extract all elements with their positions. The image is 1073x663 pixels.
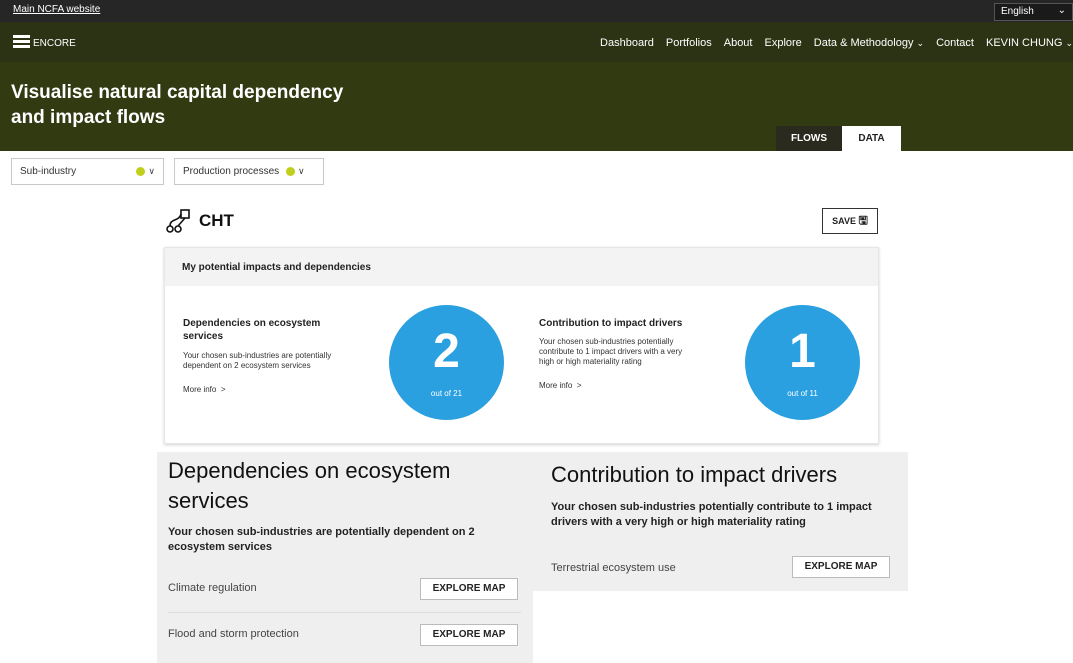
dependencies-out-of: out of 21 [430,389,463,398]
chevron-down-icon: ⌄ [1065,38,1073,48]
portfolio-header: CHT [165,208,234,234]
impacts-card-desc-line2: contribute to 1 impact drivers with a ve… [539,347,683,356]
impacts-out-of: out of 11 [787,389,818,398]
nav-about[interactable]: About [724,37,753,49]
impacts-more-info-link[interactable]: More info > [539,381,582,390]
main-navbar: ENCORE Dashboard Portfolios About Explor… [0,22,1073,62]
dependencies-more-info-link[interactable]: More info > [183,385,226,394]
flow-icon [166,209,190,233]
impacts-panel-subtitle-line1: Your chosen sub-industries potentially c… [551,501,872,513]
sub-industry-filter-label: Sub-industry [20,166,77,177]
dependencies-panel-subtitle-line2: ecosystem services [168,541,272,553]
brand-logo[interactable]: ENCORE [33,38,76,49]
impacts-card-desc-line3: high or high materiality rating [539,357,642,366]
production-processes-filter[interactable]: Production processes ∨ [174,158,324,185]
more-info-label: More info [183,385,217,394]
nav-contact[interactable]: Contact [936,37,974,49]
save-button-label: SAVE [832,216,856,226]
selection-indicator-icon [136,166,146,176]
dependencies-panel-subtitle: Your chosen sub-industries are potential… [168,525,475,555]
dependencies-card-title-line2: services [183,331,224,342]
impacts-panel-title: Contribution to impact drivers [551,462,838,487]
chevron-down-icon: ⌄ [916,38,925,48]
impacts-card-desc: Your chosen sub-industries potentially c… [539,337,682,367]
explore-map-button[interactable]: EXPLORE MAP [420,578,518,600]
chevron-right-icon: > [218,385,226,394]
explore-map-button[interactable]: EXPLORE MAP [792,556,890,578]
dependencies-count-circle: 2 out of 21 [389,305,504,420]
dependencies-card-title-line1: Dependencies on ecosystem [183,318,321,329]
dependencies-panel-title-line1: Dependencies on ecosystem [168,458,451,483]
nav-menu: Dashboard Portfolios About Explore Data … [600,37,1073,49]
language-value: English [1001,6,1034,17]
dependencies-panel: Dependencies on ecosystem services Your … [157,452,533,663]
more-info-label: More info [539,381,573,390]
impacts-panel-subtitle: Your chosen sub-industries potentially c… [551,500,872,530]
hero-banner: Visualise natural capital dependency and… [0,62,1073,151]
impacts-count: 1 [789,325,816,378]
tab-data[interactable]: DATA [842,126,901,151]
hamburger-icon[interactable] [13,35,30,49]
chevron-down-icon: ∨ [297,166,305,176]
production-processes-filter-label: Production processes [183,166,280,177]
page-title-line2: and impact flows [11,107,166,128]
dependencies-panel-title-line2: services [168,488,249,513]
save-button[interactable]: SAVE 🖫 [822,208,878,234]
chevron-down-icon: ∨ [148,166,155,176]
nav-user-label: KEVIN CHUNG [985,37,1063,49]
nav-dashboard[interactable]: Dashboard [600,37,654,49]
explore-map-button[interactable]: EXPLORE MAP [420,624,518,646]
chevron-down-icon: ⌄ [1057,5,1066,16]
nav-data-methodology-label: Data & Methodology [813,37,914,49]
portfolio-name: CHT [199,211,234,230]
impacts-count-circle: 1 out of 11 [745,305,860,420]
nav-explore[interactable]: Explore [764,37,801,49]
impacts-panel: Contribution to impact drivers Your chos… [533,452,908,591]
page-title-line1: Visualise natural capital dependency [11,82,344,103]
dependencies-panel-subtitle-line1: Your chosen sub-industries are potential… [168,526,475,538]
impacts-card-title: Contribution to impact drivers [539,318,683,329]
impact-row-label: Terrestrial ecosystem use [551,562,676,574]
summary-heading: My potential impacts and dependencies [165,248,878,286]
dependencies-panel-title: Dependencies on ecosystem services [168,456,451,516]
impacts-card-desc-line1: Your chosen sub-industries potentially [539,337,674,346]
nav-data-methodology[interactable]: Data & Methodology ⌄ [814,37,924,49]
page-title: Visualise natural capital dependency and… [11,80,371,130]
summary-card: My potential impacts and dependencies De… [164,247,879,444]
row-divider [168,612,521,613]
impacts-panel-subtitle-line2: drivers with a very high or high materia… [551,516,806,528]
save-icon: 🖫 [858,215,868,227]
chevron-right-icon: > [574,381,582,390]
nav-user[interactable]: KEVIN CHUNG ⌄ [986,37,1073,49]
dependencies-card-desc-line2: dependent on 2 ecosystem services [183,361,311,370]
dependencies-card-desc: Your chosen sub-industries are potential… [183,351,331,371]
dependencies-card-title: Dependencies on ecosystem services [183,317,320,343]
sub-industry-filter[interactable]: Sub-industry ∨ [11,158,164,185]
top-bar: Main NCFA website English ⌄ [0,0,1073,22]
dependency-row-label: Climate regulation [168,582,257,594]
language-select[interactable]: English ⌄ [994,3,1073,21]
nav-portfolios[interactable]: Portfolios [666,37,712,49]
tab-flows[interactable]: FLOWS [776,126,842,151]
main-ncfa-link[interactable]: Main NCFA website [13,4,100,15]
dependencies-count: 2 [433,325,460,378]
dependencies-card-desc-line1: Your chosen sub-industries are potential… [183,351,332,360]
dependency-row-label: Flood and storm protection [168,628,299,640]
selection-indicator-icon [285,166,295,176]
